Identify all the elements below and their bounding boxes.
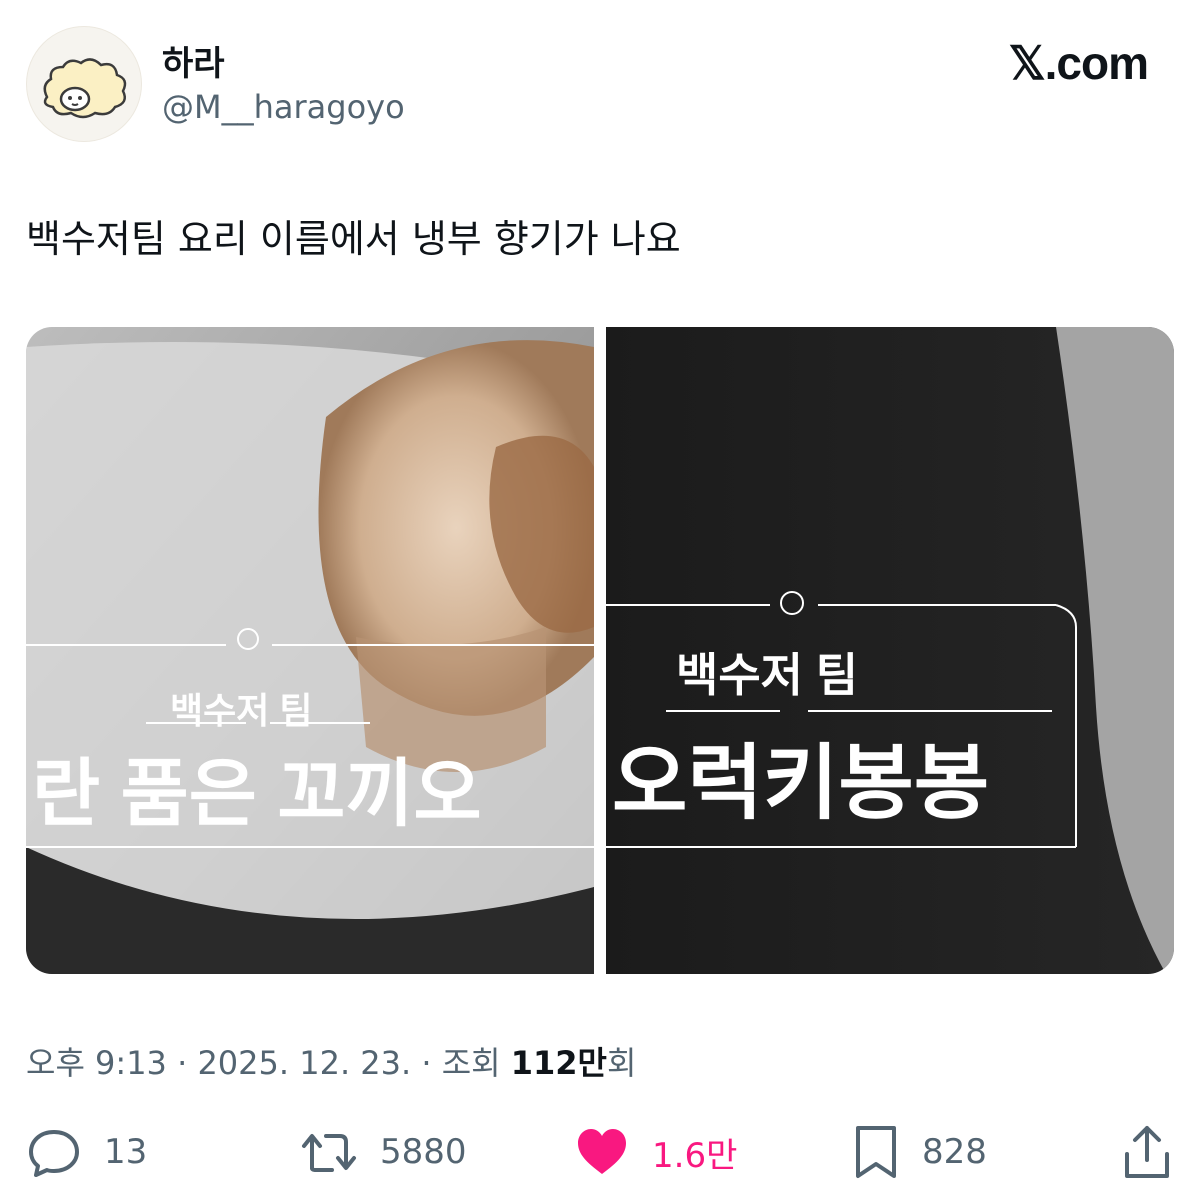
like-button[interactable]: 1.6만 xyxy=(574,1124,737,1180)
tweet-time[interactable]: 오후 9:13 xyxy=(26,1044,167,1082)
bookmark-icon xyxy=(856,1126,896,1178)
avatar[interactable] xyxy=(26,26,142,142)
repost-button[interactable]: 5880 xyxy=(300,1124,467,1180)
views-label: 조회 xyxy=(441,1044,501,1082)
share-icon xyxy=(1125,1126,1169,1178)
share-button[interactable] xyxy=(1122,1124,1172,1180)
meta-separator: · xyxy=(421,1044,432,1082)
views-count: 112만 xyxy=(510,1044,607,1082)
right-dish-caption: 오럭키봉봉 xyxy=(612,738,989,829)
tweet-date[interactable]: 2025. 12. 23. xyxy=(197,1044,411,1082)
reply-count: 13 xyxy=(104,1132,148,1172)
bookmark-button[interactable]: 828 xyxy=(852,1124,987,1180)
bookmark-count: 828 xyxy=(922,1132,987,1172)
x-logo: 𝕏.com xyxy=(1008,37,1149,89)
tweet-meta: 오후 9:13 · 2025. 12. 23. · 조회 112만회 xyxy=(26,1038,636,1084)
like-count: 1.6만 xyxy=(652,1135,738,1176)
tweet-media[interactable]: 백수저 팀 란 품은 꼬끼오 백수저 팀 오럭키봉봉 xyxy=(26,327,1174,974)
reply-icon xyxy=(29,1130,79,1177)
tweet-text: 백수저팀 요리 이름에서 냉부 향기가 나요 xyxy=(26,217,681,261)
display-name[interactable]: 하라 xyxy=(162,36,225,85)
sheep-avatar-icon xyxy=(43,58,127,119)
right-team-caption: 백수저 팀 xyxy=(676,649,858,701)
meta-separator: · xyxy=(177,1044,188,1082)
views-suffix: 회 xyxy=(607,1044,637,1082)
heart-icon xyxy=(578,1129,626,1174)
left-dish-caption: 란 품은 꼬끼오 xyxy=(32,752,482,835)
left-media-image[interactable] xyxy=(26,327,594,974)
user-handle[interactable]: @M__haragoyo xyxy=(162,88,405,126)
repost-count: 5880 xyxy=(380,1132,467,1172)
media-divider xyxy=(594,327,606,974)
repost-icon xyxy=(302,1134,356,1172)
left-team-caption: 백수저 팀 xyxy=(170,690,312,731)
reply-button[interactable]: 13 xyxy=(26,1124,147,1180)
